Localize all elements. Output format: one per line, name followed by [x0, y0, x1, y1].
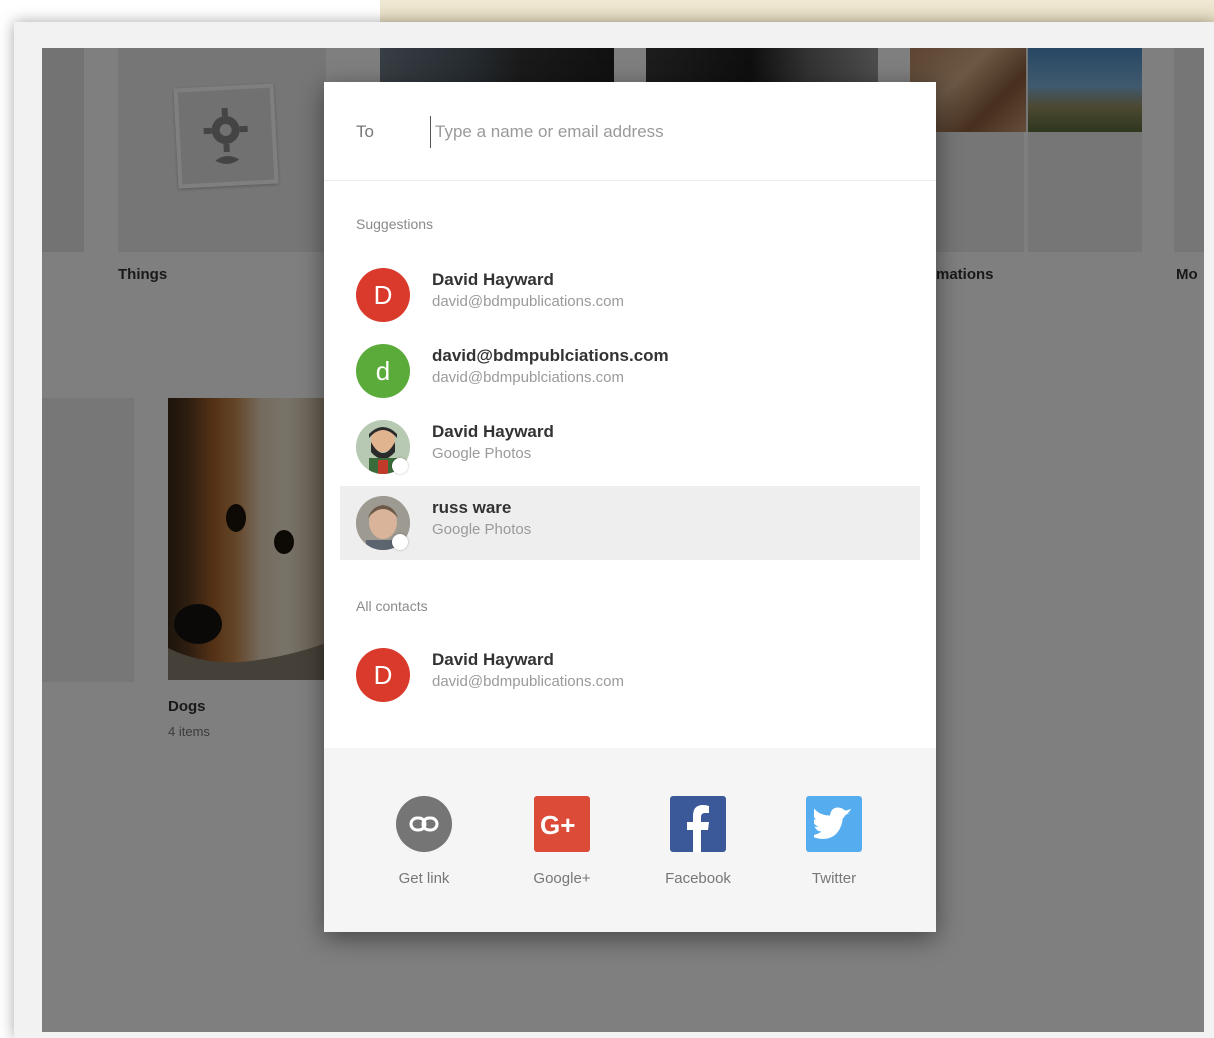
google-plus-button[interactable]: G+ Google+ [512, 796, 612, 887]
contact-name: david@bdmpublciations.com [432, 346, 669, 365]
contact-name: David Hayward [432, 422, 554, 441]
recipient-input[interactable] [430, 116, 907, 148]
contact-name: David Hayward [432, 650, 554, 669]
google-photos-badge-icon [392, 458, 408, 474]
share-label: Twitter [811, 870, 857, 887]
all-contacts-heading: All contacts [356, 598, 428, 614]
google-plus-icon: G+ [534, 796, 590, 852]
facebook-icon [670, 796, 726, 852]
twitter-button[interactable]: Twitter [784, 796, 884, 887]
suggestion-item[interactable]: D David Hayward david@bdmpublications.co… [340, 258, 920, 332]
contact-email: david@bdmpublciations.com [432, 369, 624, 386]
contact-name: russ ware [432, 498, 512, 517]
suggestions-heading: Suggestions [356, 216, 434, 232]
share-label: Google+ [533, 870, 591, 887]
suggestion-item[interactable]: David Hayward Google Photos [340, 410, 920, 484]
contact-source: Google Photos [432, 521, 532, 538]
browser-strip [380, 0, 1214, 24]
share-label: Facebook [665, 870, 731, 887]
contact-item[interactable]: D David Hayward david@bdmpublications.co… [340, 638, 920, 712]
avatar: d [356, 344, 410, 398]
avatar: D [356, 648, 410, 702]
link-icon [396, 796, 452, 852]
twitter-icon [806, 796, 862, 852]
suggestion-item-highlighted[interactable]: russ ware Google Photos [340, 486, 920, 560]
contact-name: David Hayward [432, 270, 554, 289]
suggestion-item[interactable]: d david@bdmpublciations.com david@bdmpub… [340, 334, 920, 408]
svg-text:G+: G+ [540, 810, 575, 839]
share-targets-bar: Get link G+ Google+ Facebook Twitter [324, 748, 936, 932]
avatar: D [356, 268, 410, 322]
contact-email: david@bdmpublications.com [432, 673, 624, 690]
facebook-button[interactable]: Facebook [648, 796, 748, 887]
to-label: To [356, 122, 374, 141]
contact-email: david@bdmpublications.com [432, 293, 624, 310]
contact-source: Google Photos [432, 445, 532, 462]
share-label: Get link [398, 870, 450, 887]
get-link-button[interactable]: Get link [374, 796, 474, 887]
recipient-row: To [324, 82, 936, 181]
google-photos-badge-icon [392, 534, 408, 550]
share-dialog: To Suggestions D David Hayward david@bdm… [324, 82, 936, 932]
